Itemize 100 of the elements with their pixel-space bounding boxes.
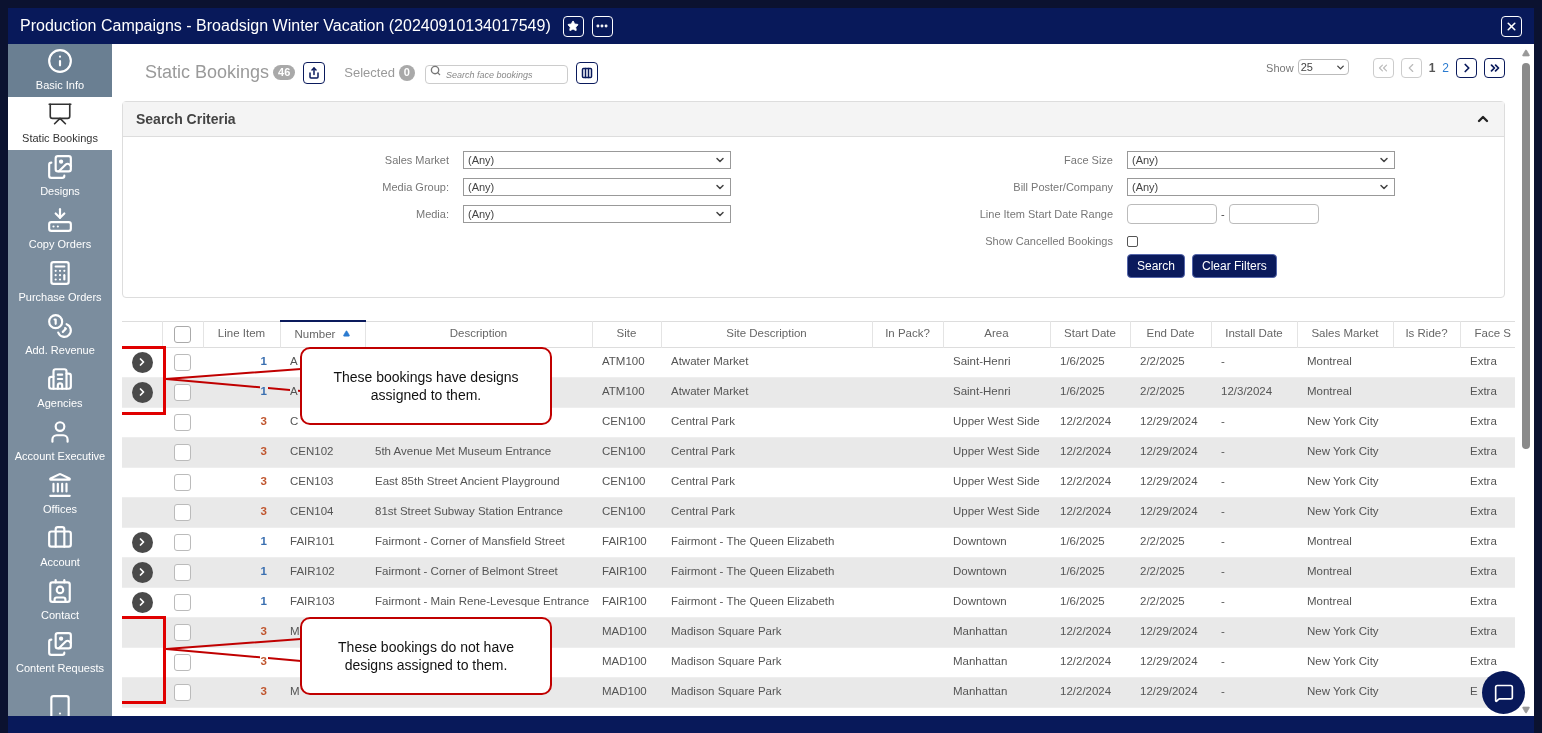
favorite-button[interactable]	[562, 15, 584, 37]
expand-row-button[interactable]	[131, 351, 153, 373]
sidebar-item[interactable]: Copy Orders	[8, 203, 112, 256]
expand-row-button[interactable]	[131, 561, 153, 583]
line-item-number: 3	[259, 625, 268, 638]
sidebar-item-icon	[47, 153, 73, 180]
search-field[interactable]: Search face bookings	[424, 65, 568, 84]
sidebar-item[interactable]: Account	[8, 521, 112, 574]
page-link[interactable]: 1	[1428, 59, 1436, 77]
table-cell: Extra	[1470, 535, 1497, 548]
row-checkbox[interactable]	[174, 623, 191, 641]
sidebar-item[interactable]: Designs	[8, 150, 112, 203]
row-checkbox[interactable]	[174, 383, 191, 401]
column-header[interactable]: Site	[592, 321, 661, 347]
checkbox[interactable]	[1127, 235, 1138, 247]
sidebar-item[interactable]: Content Requests	[8, 627, 112, 680]
table-cell: Upper West Side	[953, 415, 1040, 428]
expand-row-button[interactable]	[131, 531, 153, 553]
table-cell: Central Park	[671, 505, 735, 518]
table-cell: M	[290, 685, 300, 698]
table-cell: CEN100	[602, 505, 646, 518]
search-button[interactable]: Search	[1127, 254, 1186, 278]
table-cell: Central Park	[671, 475, 735, 488]
next-page-button[interactable]	[1456, 58, 1477, 78]
more-button[interactable]	[591, 15, 613, 37]
row-checkbox[interactable]	[174, 653, 191, 671]
dropdown-field[interactable]: (Any)	[1127, 178, 1395, 196]
sidebar-item[interactable]: Basic Info	[8, 44, 112, 97]
sidebar-item[interactable]: Purchase Orders	[8, 256, 112, 309]
column-header[interactable]: Site Description	[661, 321, 872, 347]
dropdown-field[interactable]: (Any)	[1127, 151, 1395, 169]
table-cell: 1/6/2025	[1060, 595, 1105, 608]
row-checkbox[interactable]	[174, 533, 191, 551]
scrollbar-thumb[interactable]	[1522, 63, 1530, 449]
column-header[interactable]: Install Date	[1211, 321, 1297, 347]
column-header[interactable]: Sales Market	[1297, 321, 1393, 347]
clear-filters-button[interactable]: Clear Filters	[1192, 254, 1277, 278]
table-cell: 12/29/2024	[1140, 415, 1198, 428]
page-link[interactable]: 2	[1442, 59, 1449, 77]
row-checkbox[interactable]	[174, 353, 191, 371]
dropdown-field[interactable]: (Any)	[463, 178, 731, 196]
column-header[interactable]: Is Ride?	[1393, 321, 1460, 347]
table-cell: Extra	[1470, 565, 1497, 578]
line-item-number: 1	[259, 565, 268, 578]
dropdown-field[interactable]: (Any)	[463, 151, 731, 169]
scroll-up-icon	[1522, 49, 1530, 57]
export-button[interactable]	[303, 61, 326, 84]
row-checkbox[interactable]	[174, 683, 191, 701]
table-cell: Fairmont - The Queen Elizabeth	[671, 565, 835, 578]
row-checkbox[interactable]	[174, 413, 191, 431]
table-cell: Upper West Side	[953, 475, 1040, 488]
table-cell: 12/29/2024	[1140, 505, 1198, 518]
line-item-number: 1	[259, 385, 268, 398]
table-cell: 1/6/2025	[1060, 355, 1105, 368]
sidebar-item[interactable]: Agencies	[8, 362, 112, 415]
sidebar-item-icon	[47, 365, 73, 392]
select-all-checkbox[interactable]	[174, 325, 191, 343]
table-cell: Extra	[1470, 385, 1497, 398]
expand-row-button[interactable]	[131, 591, 153, 613]
sidebar-item[interactable]: Offices	[8, 468, 112, 521]
table-cell: Manhattan	[953, 685, 1008, 698]
sidebar-item-icon	[47, 630, 73, 657]
expand-row-button[interactable]	[131, 381, 153, 403]
line-item-number: 1	[259, 355, 268, 368]
table-cell: CEN103	[290, 475, 334, 488]
first-page-button[interactable]	[1372, 58, 1394, 78]
row-checkbox[interactable]	[174, 443, 191, 461]
column-header[interactable]: Line Item	[203, 321, 280, 347]
row-checkbox[interactable]	[174, 503, 191, 521]
dropdown-field[interactable]: (Any)	[463, 205, 731, 223]
table-cell: 12/2/2024	[1060, 415, 1112, 428]
sidebar-item[interactable]: Contact	[8, 574, 112, 627]
sidebar-item[interactable]: Account Executive	[8, 415, 112, 468]
table-cell: 12/29/2024	[1140, 445, 1198, 458]
search-icon	[429, 64, 441, 76]
line-item-number: 3	[259, 415, 268, 428]
sidebar-item-icon	[47, 312, 73, 339]
row-checkbox[interactable]	[174, 473, 191, 491]
column-header[interactable]: In Pack?	[872, 321, 943, 347]
column-header[interactable]: End Date	[1130, 321, 1211, 347]
row-checkbox[interactable]	[174, 563, 191, 581]
row-checkbox[interactable]	[174, 593, 191, 611]
page-size-dropdown[interactable]: 25	[1297, 59, 1349, 75]
scroll-down-icon	[1522, 706, 1530, 714]
sidebar-item[interactable]: Static Bookings	[8, 97, 112, 150]
panel-header[interactable]: Search Criteria	[123, 102, 1504, 137]
previous-page-button[interactable]	[1400, 58, 1422, 78]
column-header[interactable]: Area	[943, 321, 1050, 347]
sidebar-item[interactable]: Add. Revenue	[8, 309, 112, 362]
last-page-button[interactable]	[1484, 58, 1505, 78]
export-icon	[308, 66, 321, 79]
date-field[interactable]	[1228, 204, 1319, 224]
columns-button[interactable]	[575, 61, 598, 84]
table-cell: 12/29/2024	[1140, 625, 1198, 638]
column-header[interactable]: Start Date	[1050, 321, 1130, 347]
table-cell: Fairmont - Main Rene-Levesque Entrance	[375, 595, 590, 608]
table-cell: East 85th Street Ancient Playground	[375, 475, 560, 488]
close-button[interactable]	[1501, 15, 1522, 37]
date-field[interactable]	[1127, 204, 1217, 224]
table-cell: E	[1470, 685, 1478, 698]
